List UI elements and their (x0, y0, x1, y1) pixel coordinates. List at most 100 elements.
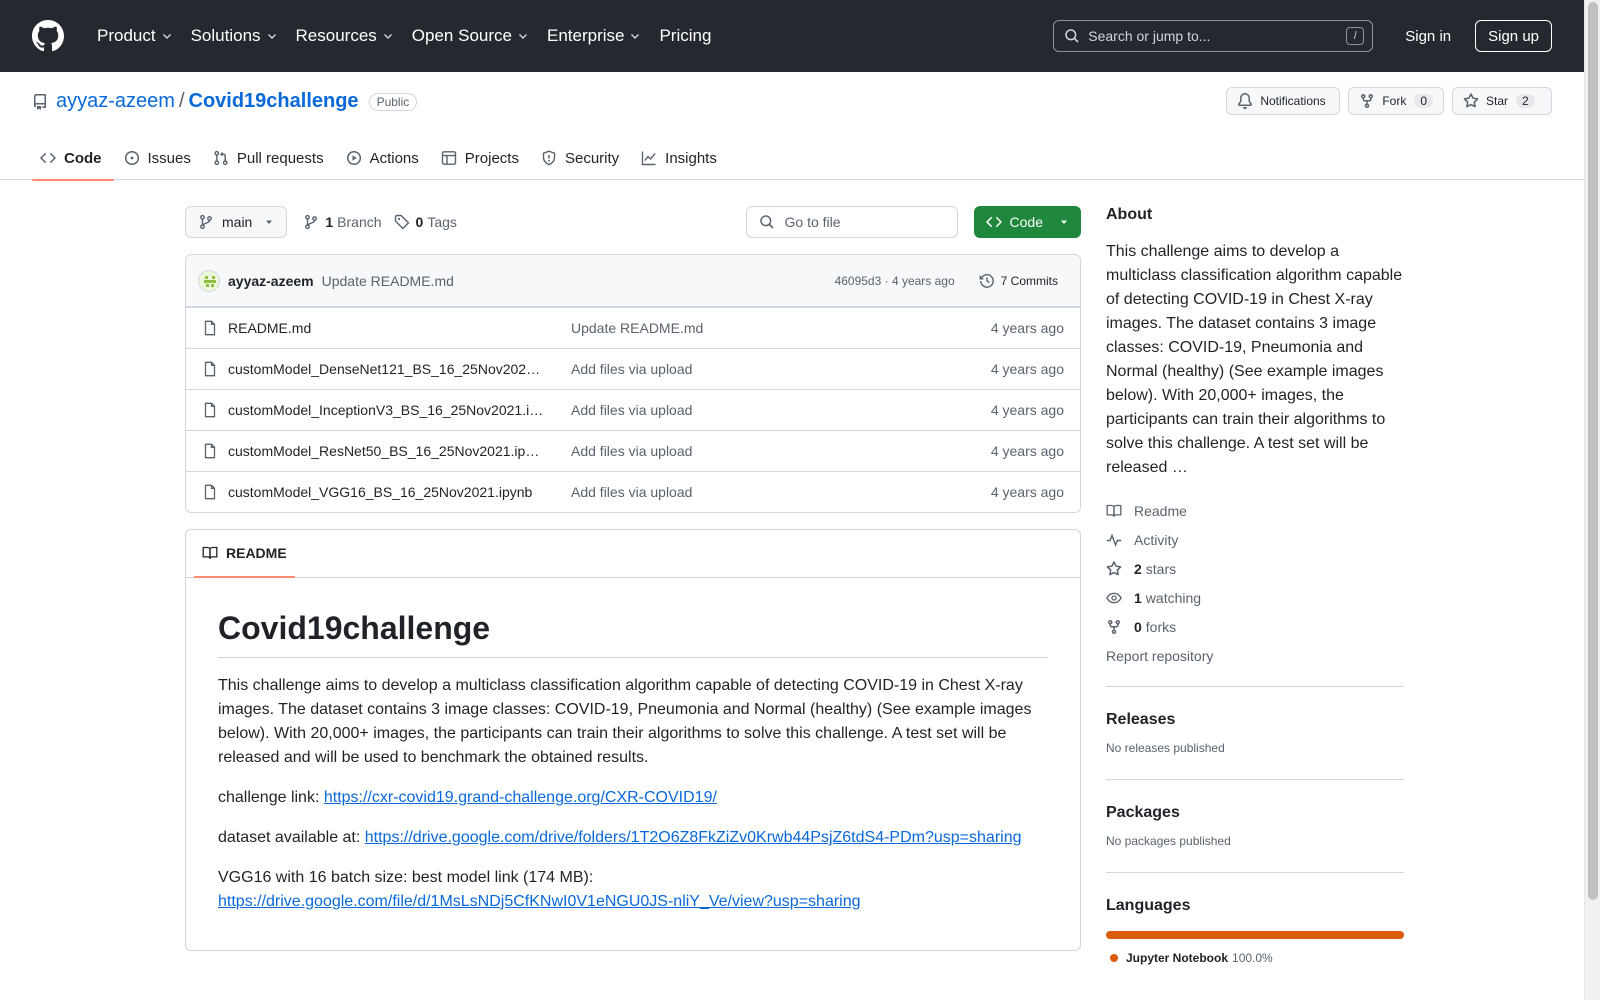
code-dropdown-button[interactable]: Code (973, 206, 1081, 238)
repo-tabs: Code Issues Pull requests Actions Projec… (32, 136, 731, 181)
forks-count: 0 (1134, 618, 1142, 635)
repo-path-separator: / (178, 90, 185, 112)
tab-pull-requests[interactable]: Pull requests (205, 136, 336, 180)
file-commit-link[interactable]: Add files via upload (571, 402, 991, 418)
packages-heading[interactable]: Packages (1106, 804, 1404, 822)
repo-actions: Notifications Fork 0 Star 2 (1226, 87, 1552, 115)
tags-link[interactable]: 0 Tags (394, 214, 457, 230)
commits-history-link[interactable]: 7 Commits (971, 269, 1066, 293)
go-to-file-input[interactable]: Go to file (745, 206, 958, 238)
file-name-link[interactable]: README.md (228, 320, 546, 336)
search-icon (759, 215, 774, 229)
fork-button[interactable]: Fork 0 (1348, 87, 1444, 115)
git-pull-request-icon (214, 150, 228, 166)
model-link[interactable]: https://drive.google.com/file/d/1MsLsNDj… (218, 893, 861, 910)
file-icon (204, 361, 216, 377)
avatar[interactable] (198, 269, 220, 292)
fork-icon (1108, 619, 1120, 634)
chevron-down-icon (518, 34, 527, 39)
language-bar (1106, 931, 1404, 939)
commit-message-link[interactable]: Update README.md (322, 273, 454, 289)
readme-link[interactable]: Readme (1106, 496, 1404, 525)
tab-actions[interactable]: Actions (338, 136, 431, 180)
global-header: Product Solutions Resources Open Source … (0, 0, 1584, 72)
top-nav: Product Solutions Resources Open Source … (88, 19, 720, 53)
repo-icon (34, 93, 46, 110)
readme-header: README (186, 530, 1080, 578)
dataset-link[interactable]: https://drive.google.com/drive/folders/1… (365, 829, 1022, 846)
file-name-link[interactable]: customModel_InceptionV3_BS_16_25Nov2021.… (228, 402, 546, 418)
file-commit-link[interactable]: Add files via upload (571, 361, 991, 377)
star-label: Star (1486, 94, 1509, 108)
page-scrollbar[interactable] (1584, 0, 1600, 1000)
git-branch-icon (305, 214, 318, 230)
nav-solutions[interactable]: Solutions (182, 19, 287, 53)
repo-name-link[interactable]: Covid19challenge (189, 90, 359, 113)
file-icon (204, 484, 216, 500)
visibility-badge: Public (368, 92, 418, 111)
issue-opened-icon (124, 150, 139, 166)
tab-code[interactable]: Code (32, 136, 114, 181)
history-icon (979, 273, 994, 288)
nav-open-source[interactable]: Open Source (403, 19, 538, 53)
nav-pricing[interactable]: Pricing (650, 19, 720, 53)
chevron-down-icon (162, 34, 171, 39)
search-input[interactable]: Search or jump to... / (1053, 20, 1374, 52)
file-commit-link[interactable]: Add files via upload (571, 443, 991, 459)
commit-hash-and-age[interactable]: 46095d3 · 4 years ago (835, 274, 955, 288)
report-repository-link[interactable]: Report repository (1106, 641, 1404, 670)
language-item[interactable]: Jupyter Notebook 100.0% (1106, 951, 1404, 965)
file-row[interactable]: README.md Update README.md 4 years ago (186, 307, 1080, 348)
file-name-link[interactable]: customModel_DenseNet121_BS_16_25Nov2021.… (228, 361, 546, 377)
github-logo-icon[interactable] (32, 20, 64, 52)
stars-count: 2 (1134, 560, 1142, 577)
branches-link[interactable]: 1 Branch (303, 214, 382, 230)
tab-issues[interactable]: Issues (116, 136, 203, 180)
activity-link[interactable]: Activity (1106, 525, 1404, 554)
nav-resources[interactable]: Resources (287, 19, 403, 53)
tab-security[interactable]: Security (533, 136, 631, 180)
file-name-link[interactable]: customModel_ResNet50_BS_16_25Nov2021.ipy… (228, 443, 546, 459)
stars-link[interactable]: 2 stars (1106, 554, 1404, 583)
file-icon (204, 320, 216, 336)
file-row[interactable]: customModel_DenseNet121_BS_16_25Nov2021.… (186, 348, 1080, 389)
file-row[interactable]: customModel_InceptionV3_BS_16_25Nov2021.… (186, 389, 1080, 430)
tab-projects[interactable]: Projects (433, 136, 531, 180)
tab-readme[interactable]: README (194, 529, 295, 578)
forks-link[interactable]: 0 forks (1106, 612, 1404, 641)
branch-name: main (222, 214, 253, 230)
file-browser: ayyaz-azeem Update README.md 46095d3 · 4… (185, 254, 1081, 513)
tab-insights[interactable]: Insights (633, 136, 729, 180)
nav-product[interactable]: Product (88, 19, 182, 53)
branch-select-button[interactable]: main (185, 206, 288, 238)
file-row[interactable]: customModel_ResNet50_BS_16_25Nov2021.ipy… (186, 430, 1080, 471)
challenge-link[interactable]: https://cxr-covid19.grand-challenge.org/… (324, 789, 717, 806)
file-age: 4 years ago (990, 361, 1064, 377)
file-name-link[interactable]: customModel_VGG16_BS_16_25Nov2021.ipynb (228, 484, 546, 500)
watchers-link[interactable]: 1 watching (1106, 583, 1404, 612)
chevron-down-icon (383, 34, 392, 39)
readme-body: Covid19challenge This challenge aims to … (186, 578, 1080, 914)
nav-enterprise[interactable]: Enterprise (538, 19, 650, 53)
file-row[interactable]: customModel_VGG16_BS_16_25Nov2021.ipynb … (186, 471, 1080, 512)
sign-up-button[interactable]: Sign up (1475, 20, 1552, 52)
tag-count: 0 (415, 214, 424, 230)
repo-owner-link[interactable]: ayyaz-azeem (56, 90, 175, 113)
code-button-label: Code (1009, 214, 1043, 230)
book-icon (1106, 504, 1122, 517)
readme-title: Covid19challenge (218, 610, 1048, 658)
star-icon (1463, 93, 1479, 108)
scrollbar-thumb[interactable] (1588, 2, 1598, 900)
sign-in-link[interactable]: Sign in (1389, 28, 1467, 45)
file-commit-link[interactable]: Update README.md (571, 320, 991, 336)
notifications-button[interactable]: Notifications (1226, 87, 1341, 115)
commit-author-link[interactable]: ayyaz-azeem (228, 273, 314, 289)
file-commit-link[interactable]: Add files via upload (571, 484, 991, 500)
readme-panel: README Covid19challenge This challenge a… (185, 529, 1081, 951)
star-button[interactable]: Star 2 (1452, 87, 1552, 115)
challenge-label: challenge link: (218, 789, 324, 806)
notifications-label: Notifications (1260, 94, 1326, 108)
book-icon (202, 546, 218, 559)
bell-icon (1238, 93, 1253, 109)
releases-heading[interactable]: Releases (1106, 711, 1404, 729)
